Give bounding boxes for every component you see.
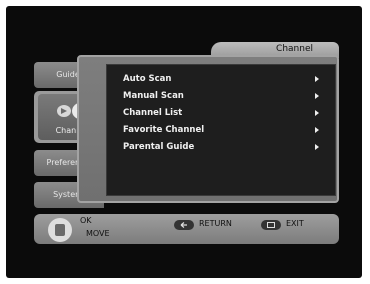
arrow-right-icon <box>315 76 319 82</box>
return-hint: RETURN <box>199 219 232 228</box>
arrow-right-icon <box>315 127 319 133</box>
arrow-right-icon <box>315 110 319 116</box>
menu-item-label: Manual Scan <box>123 91 184 101</box>
exit-key-icon <box>261 220 281 230</box>
menu-item-manual-scan[interactable]: Manual Scan <box>123 90 323 103</box>
menu-item-auto-scan[interactable]: Auto Scan <box>123 73 323 86</box>
menu-item-channel-list[interactable]: Channel List <box>123 107 323 120</box>
move-hint: MOVE <box>86 229 110 238</box>
menu-item-label: Parental Guide <box>123 142 195 152</box>
return-key-icon <box>174 220 194 230</box>
menu-item-label: Channel List <box>123 108 183 118</box>
ok-button-icon <box>55 224 65 236</box>
exit-hint: EXIT <box>286 219 304 228</box>
arrow-right-icon <box>315 93 319 99</box>
menu-item-label: Auto Scan <box>123 74 172 84</box>
menu-item-favorite-channel[interactable]: Favorite Channel <box>123 124 323 137</box>
panel-title: Channel <box>276 44 313 54</box>
arrow-right-icon <box>315 144 319 150</box>
menu-item-parental-guide[interactable]: Parental Guide <box>123 141 323 154</box>
menu-item-label: Favorite Channel <box>123 125 205 135</box>
ok-hint: OK <box>80 216 92 225</box>
